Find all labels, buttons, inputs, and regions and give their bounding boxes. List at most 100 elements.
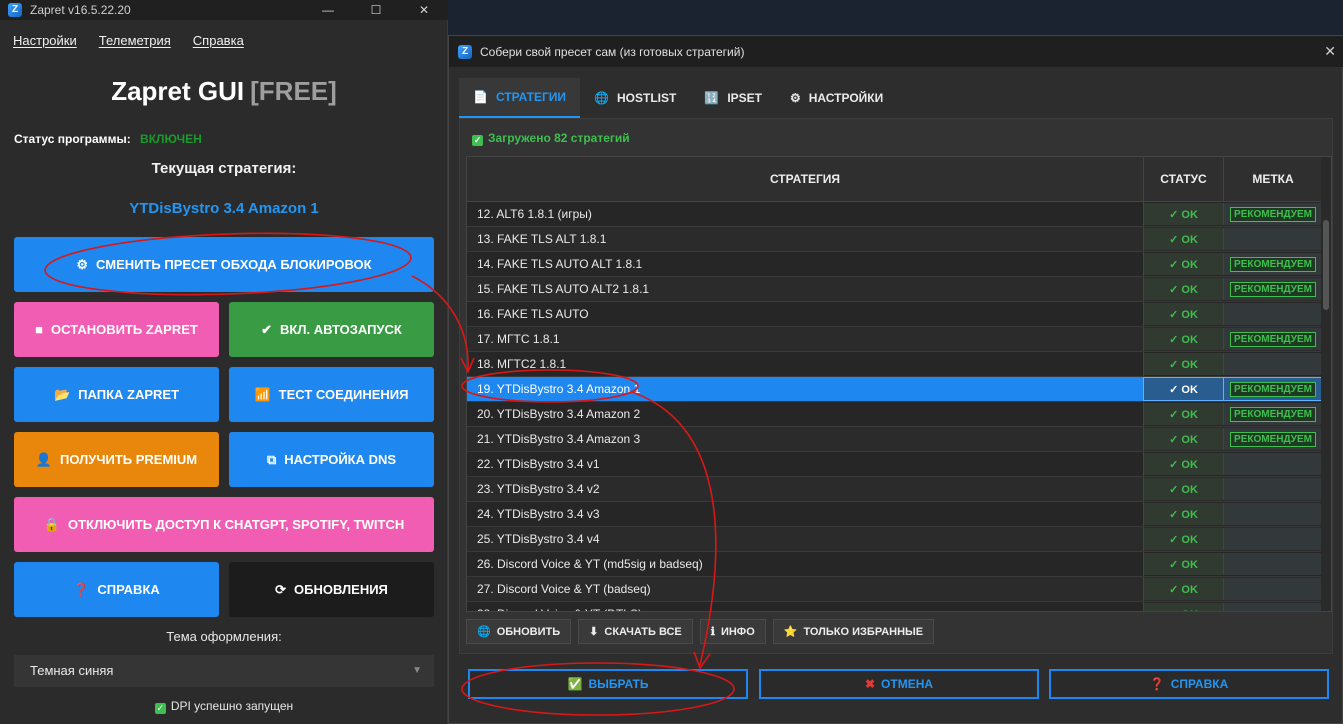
maximize-icon[interactable]: ☐ <box>352 0 400 20</box>
info-button[interactable]: ℹ ИНФО <box>699 619 766 644</box>
vertical-scrollbar[interactable] <box>1321 157 1331 611</box>
window-title: Zapret v16.5.22.20 <box>30 3 131 17</box>
loaded-count: ✓ Загружено 82 стратегий <box>472 131 630 146</box>
document-icon: 📄 <box>473 90 488 104</box>
change-preset-button[interactable]: ⚙ СМЕНИТЬ ПРЕСЕТ ОБХОДА БЛОКИРОВОК <box>14 237 434 292</box>
current-strategy-value: YTDisBystro 3.4 Amazon 1 <box>129 200 319 217</box>
mark-cell <box>1224 228 1323 250</box>
main-titlebar: Z Zapret v16.5.22.20 — ☐ ✕ <box>0 0 448 20</box>
star-icon: ⭐ <box>783 626 798 638</box>
zapret-logo-icon: Z <box>458 44 472 59</box>
table-row[interactable]: 16. FAKE TLS AUTO ✓ OK <box>467 302 1323 327</box>
zapret-logo-icon: Z <box>8 3 22 17</box>
strategy-name-cell: 26. Discord Voice & YT (md5sig и badseq) <box>467 552 1144 576</box>
menu-help[interactable]: Справка <box>193 28 244 54</box>
select-button[interactable]: ✅ ВЫБРАТЬ <box>468 669 748 699</box>
cancel-button[interactable]: ✖ ОТМЕНА <box>759 669 1039 699</box>
close-icon[interactable]: ✕ <box>1324 43 1336 60</box>
table-row[interactable]: 19. YTDisBystro 3.4 Amazon 1 ✓ OK РЕКОМЕНД… <box>467 377 1324 402</box>
table-header: СТРАТЕГИЯ СТАТУС МЕТКА <box>467 157 1323 202</box>
mark-cell <box>1224 553 1323 575</box>
strategy-name-cell: 14. FAKE TLS AUTO ALT 1.8.1 <box>467 252 1144 276</box>
strategy-name-cell: 16. FAKE TLS AUTO <box>467 302 1144 326</box>
column-mark[interactable]: МЕТКА <box>1224 157 1323 201</box>
ipset-icon: 🔢 <box>704 91 720 105</box>
mark-cell: РЕКОМЕНДУЕМ <box>1224 403 1323 425</box>
strategy-name-cell: 12. ALT6 1.8.1 (игры) <box>467 202 1144 226</box>
refresh-button[interactable]: 🌐 ОБНОВИТЬ <box>466 619 572 644</box>
table-row[interactable]: 14. FAKE TLS AUTO ALT 1.8.1 ✓ OK РЕКОМЕНДУ… <box>467 252 1323 277</box>
recommended-badge: РЕКОМЕНДУЕМ <box>1230 406 1316 422</box>
status-cell: ✓ OK <box>1144 353 1224 375</box>
mark-cell <box>1224 303 1323 325</box>
connection-test-button[interactable]: 📶 ТЕСТ СОЕДИНЕНИЯ <box>229 367 434 422</box>
status-cell: ✓ OK <box>1144 203 1224 225</box>
recommended-badge: РЕКОМЕНДУЕМ <box>1230 281 1316 297</box>
column-status[interactable]: СТАТУС <box>1144 157 1224 201</box>
tab-strategies[interactable]: 📄 СТРАТЕГИИ <box>459 78 581 118</box>
globe-icon: 🌐 <box>477 626 491 638</box>
theme-value: Темная синяя <box>30 663 114 678</box>
status-cell: ✓ OK <box>1144 603 1224 611</box>
menubar: Настройки Телеметрия Справка <box>0 28 253 54</box>
theme-select[interactable]: Темная синяя ▼ <box>14 655 434 687</box>
dns-settings-button[interactable]: ⧉ НАСТРОЙКА DNS <box>229 432 434 487</box>
mark-cell <box>1224 353 1323 375</box>
checkbox-icon: ✓ <box>154 703 166 714</box>
table-row[interactable]: 27. Discord Voice & YT (badseq) ✓ OK <box>467 577 1323 602</box>
status-cell: ✓ OK <box>1144 228 1224 250</box>
tab-ipset[interactable]: 🔢 IPSET <box>690 78 776 118</box>
table-row[interactable]: 18. МГТС2 1.8.1 ✓ OK <box>467 352 1323 377</box>
disable-access-button[interactable]: 🔒 ОТКЛЮЧИТЬ ДОСТУП К CHATGPT, SPOTIFY, TW… <box>14 497 434 552</box>
recommended-badge: РЕКОМЕНДУЕМ <box>1230 256 1316 272</box>
favorites-only-button[interactable]: ⭐ ТОЛЬКО ИЗБРАННЫЕ <box>772 619 935 644</box>
menu-settings[interactable]: Настройки <box>13 28 77 54</box>
app-name: Zapret GUI <box>111 76 245 106</box>
help-button[interactable]: ❓ СПРАВКА <box>14 562 219 617</box>
table-row[interactable]: 17. МГТС 1.8.1 ✓ OK РЕКОМЕНДУЕМ <box>467 327 1323 352</box>
column-strategy[interactable]: СТРАТЕГИЯ <box>467 157 1144 201</box>
table-row[interactable]: 12. ALT6 1.8.1 (игры) ✓ OK РЕКОМЕНДУЕМ <box>467 202 1323 227</box>
status-label: Статус программы: <box>14 132 131 146</box>
minimize-icon[interactable]: — <box>304 0 352 20</box>
status-cell: ✓ OK <box>1143 377 1225 401</box>
strategy-name-cell: 13. FAKE TLS ALT 1.8.1 <box>467 227 1144 251</box>
updates-button[interactable]: ⟳ ОБНОВЛЕНИЯ <box>229 562 434 617</box>
table-row[interactable]: 15. FAKE TLS AUTO ALT2 1.8.1 ✓ OK РЕКОМЕНД… <box>467 277 1323 302</box>
strategy-name-cell: 15. FAKE TLS AUTO ALT2 1.8.1 <box>467 277 1144 301</box>
download-all-button[interactable]: ⬇ СКАЧАТЬ ВСЕ <box>578 619 693 644</box>
table-row[interactable]: 23. YTDisBystro 3.4 v2 ✓ OK <box>467 477 1323 502</box>
gear-icon: ⚙ <box>790 91 801 105</box>
stop-zapret-button[interactable]: ■ ОСТАНОВИТЬ ZAPRET <box>14 302 219 357</box>
table-row[interactable]: 22. YTDisBystro 3.4 v1 ✓ OK <box>467 452 1323 477</box>
get-premium-button[interactable]: 👤 ПОЛУЧИТЬ PREMIUM <box>14 432 219 487</box>
mark-cell <box>1224 578 1323 600</box>
table-row[interactable]: 13. FAKE TLS ALT 1.8.1 ✓ OK <box>467 227 1323 252</box>
strategy-name-cell: 23. YTDisBystro 3.4 v2 <box>467 477 1144 501</box>
checkbox-icon: ✓ <box>472 135 483 146</box>
tab-settings[interactable]: ⚙ НАСТРОЙКИ <box>776 78 897 118</box>
status-cell: ✓ OK <box>1144 278 1224 300</box>
table-row[interactable]: 21. YTDisBystro 3.4 Amazon 3 ✓ OK РЕКОМЕНД… <box>467 427 1323 452</box>
refresh-icon: ⟳ <box>275 581 286 597</box>
table-row[interactable]: 20. YTDisBystro 3.4 Amazon 2 ✓ OK РЕКОМЕНД… <box>467 402 1323 427</box>
tab-hostlist[interactable]: 🌐 HOSTLIST <box>580 78 690 118</box>
menu-telemetry[interactable]: Телеметрия <box>99 28 171 54</box>
dialog-tabs: 📄 СТРАТЕГИИ 🌐 HOSTLIST 🔢 IPSET ⚙ НАСТРОЙКИ <box>459 78 897 118</box>
table-row[interactable]: 28. Discord Voice & YT (DTLS)✓ OK <box>467 602 1323 611</box>
zapret-folder-button[interactable]: 📂 ПАПКА ZAPRET <box>14 367 219 422</box>
strategy-name-cell: 27. Discord Voice & YT (badseq) <box>467 577 1144 601</box>
dialog-help-button[interactable]: ❓ СПРАВКА <box>1049 669 1329 699</box>
program-status: Статус программы: ВКЛЮЧЕН <box>14 132 202 146</box>
dpi-status: ✓ DPI успешно запущен <box>154 699 294 714</box>
autostart-button[interactable]: ✔ ВКЛ. АВТОЗАПУСК <box>229 302 434 357</box>
close-icon[interactable]: ✕ <box>400 0 448 20</box>
check-icon: ✅ <box>567 677 583 691</box>
table-row[interactable]: 24. YTDisBystro 3.4 v3 ✓ OK <box>467 502 1323 527</box>
status-cell: ✓ OK <box>1144 503 1224 525</box>
table-row[interactable]: 26. Discord Voice & YT (md5sig и badseq)… <box>467 552 1323 577</box>
mark-cell <box>1224 528 1323 550</box>
dialog-actions: ✅ ВЫБРАТЬ ✖ ОТМЕНА ❓ СПРАВКА <box>468 669 1330 699</box>
table-row[interactable]: 25. YTDisBystro 3.4 v4 ✓ OK <box>467 527 1323 552</box>
scrollbar-thumb[interactable] <box>1323 220 1329 310</box>
